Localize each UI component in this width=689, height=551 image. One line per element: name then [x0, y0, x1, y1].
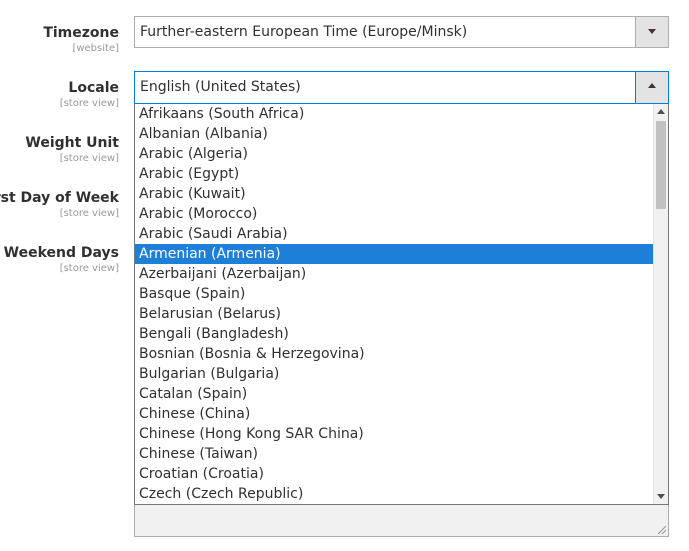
locale-option[interactable]: Arabic (Kuwait) — [135, 184, 654, 204]
locale-options-page: Timezone [website] Further-eastern Europ… — [0, 0, 689, 551]
locale-option[interactable]: Belarusian (Belarus) — [135, 304, 654, 324]
locale-option-highlighted[interactable]: Armenian (Armenia) — [135, 244, 654, 264]
locale-option[interactable]: Arabic (Saudi Arabia) — [135, 224, 654, 244]
weekend-days-label-group: Weekend Days [store view] — [4, 244, 119, 275]
locale-option[interactable]: Catalan (Spain) — [135, 384, 654, 404]
locale-label: Locale — [68, 80, 119, 96]
scroll-down-arrow-icon[interactable] — [657, 494, 665, 499]
timezone-select-value: Further-eastern European Time (Europe/Mi… — [140, 24, 468, 40]
locale-scope: [store view] — [59, 98, 119, 109]
weight-unit-scope: [store view] — [59, 153, 119, 164]
locale-select-value: English (United States) — [140, 79, 301, 95]
locale-option[interactable]: Basque (Spain) — [135, 284, 654, 304]
weekend-days-scope: [store view] — [59, 263, 119, 274]
locale-option-list: Afrikaans (South Africa) Albanian (Alban… — [135, 104, 654, 504]
locale-option[interactable]: Chinese (Hong Kong SAR China) — [135, 424, 654, 444]
locale-option[interactable]: Bengali (Bangladesh) — [135, 324, 654, 344]
timezone-scope: [website] — [72, 43, 119, 54]
locale-option[interactable]: Arabic (Egypt) — [135, 164, 654, 184]
chevron-up-icon — [648, 83, 656, 88]
first-day-scope: [store view] — [59, 208, 119, 219]
locale-option[interactable]: Arabic (Algeria) — [135, 144, 654, 164]
first-day-label-group: First Day of Week [store view] — [0, 189, 119, 220]
locale-label-group: Locale [store view] — [60, 79, 119, 110]
resize-grip-icon[interactable] — [658, 526, 666, 534]
locale-dropdown-list[interactable]: Afrikaans (South Africa) Albanian (Alban… — [134, 104, 669, 505]
locale-select-arrow[interactable] — [635, 72, 668, 103]
timezone-label: Timezone — [43, 25, 119, 41]
locale-option[interactable]: Albanian (Albania) — [135, 124, 654, 144]
locale-option[interactable]: Azerbaijani (Azerbaijan) — [135, 264, 654, 284]
first-day-label: First Day of Week — [0, 190, 119, 206]
timezone-label-group: Timezone [website] — [43, 24, 119, 55]
scrollbar-thumb[interactable] — [656, 121, 666, 209]
locale-option[interactable]: Chinese (China) — [135, 404, 654, 424]
timezone-select-arrow[interactable] — [635, 17, 668, 47]
timezone-select[interactable]: Further-eastern European Time (Europe/Mi… — [134, 16, 669, 48]
dropdown-scrollbar[interactable] — [653, 104, 668, 504]
locale-option[interactable]: Afrikaans (South Africa) — [135, 104, 654, 124]
locale-select[interactable]: English (United States) — [134, 71, 669, 104]
weight-unit-label: Weight Unit — [25, 135, 119, 151]
locale-option[interactable]: Chinese (Taiwan) — [135, 444, 654, 464]
locale-option[interactable]: Arabic (Morocco) — [135, 204, 654, 224]
weekend-days-multiselect[interactable] — [134, 505, 669, 537]
locale-option[interactable]: Bulgarian (Bulgaria) — [135, 364, 654, 384]
weight-unit-label-group: Weight Unit [store view] — [25, 134, 119, 165]
scroll-up-arrow-icon[interactable] — [657, 109, 665, 114]
locale-option[interactable]: Bosnian (Bosnia & Herzegovina) — [135, 344, 654, 364]
chevron-down-icon — [648, 29, 656, 34]
locale-option[interactable]: Czech (Czech Republic) — [135, 484, 654, 504]
locale-option[interactable]: Croatian (Croatia) — [135, 464, 654, 484]
weekend-days-label: Weekend Days — [3, 245, 119, 261]
